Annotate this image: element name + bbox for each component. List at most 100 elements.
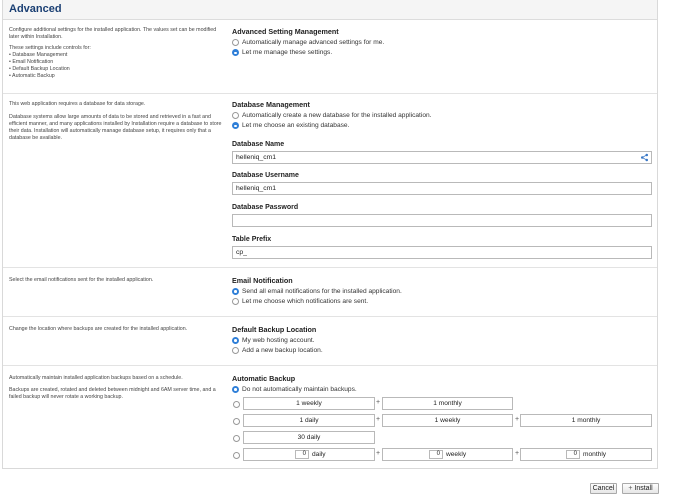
- option-create-database[interactable]: Automatically create a new database for …: [232, 110, 652, 121]
- database-name-value: helleniq_cm1: [236, 154, 277, 161]
- plus-separator: +: [515, 416, 520, 423]
- option-label: Let me choose an existing database.: [242, 122, 350, 130]
- option-label: My web hosting account.: [242, 336, 315, 344]
- option-send-all-email[interactable]: Send all email notifications for the ins…: [232, 286, 652, 297]
- database-description: This web application requires a database…: [9, 101, 224, 146]
- plus-separator: +: [376, 416, 381, 423]
- email-description: Select the email notifications sent for …: [9, 277, 224, 288]
- radio-button[interactable]: [232, 111, 239, 119]
- radio-button-selected[interactable]: [232, 49, 239, 57]
- schedule-cell[interactable]: 1 weekly: [243, 397, 375, 410]
- install-button[interactable]: + Install: [622, 483, 659, 494]
- schedule-cell[interactable]: 1 monthly: [382, 397, 513, 410]
- database-options: Database Management Automatically create…: [232, 99, 652, 259]
- schedule-cell[interactable]: 1 weekly: [382, 414, 513, 427]
- radio-button[interactable]: [232, 347, 239, 355]
- option-label: Let me choose which notifications are se…: [242, 298, 369, 306]
- table-prefix-label: Table Prefix: [232, 236, 272, 243]
- database-description-2: Database systems allow large amounts of …: [9, 114, 222, 141]
- option-auto-manage[interactable]: Automatically manage advanced settings f…: [232, 37, 652, 48]
- radio-button-selected[interactable]: [232, 122, 239, 130]
- custom-daily-label: daily: [312, 451, 326, 458]
- option-label: Send all email notifications for the ins…: [242, 287, 402, 295]
- plus-separator: +: [376, 450, 381, 457]
- plus-separator: +: [376, 399, 381, 406]
- option-existing-database[interactable]: Let me choose an existing database.: [232, 121, 652, 132]
- radio-button[interactable]: [232, 298, 239, 306]
- advanced-options: Advanced Setting Management Automaticall…: [232, 26, 652, 58]
- backup-location-title: Default Backup Location: [232, 325, 317, 334]
- radio-button-selected[interactable]: [232, 336, 239, 344]
- cancel-button[interactable]: Cancel: [590, 483, 617, 494]
- custom-monthly-cell: 0 monthly: [520, 448, 652, 461]
- email-notification-title: Email Notification: [232, 276, 293, 285]
- schedule-cell[interactable]: 1 monthly: [520, 414, 652, 427]
- panel-header: Advanced: [3, 0, 657, 20]
- backup-location-options: Default Backup Location My web hosting a…: [232, 324, 652, 356]
- option-label: Add a new backup location.: [242, 347, 323, 355]
- schedule-cell[interactable]: 30 daily: [243, 431, 375, 444]
- option-choose-email[interactable]: Let me choose which notifications are se…: [232, 297, 652, 308]
- radio-button-selected[interactable]: [232, 287, 239, 295]
- backup-location-description-text: Change the location where backups are cr…: [9, 326, 188, 332]
- option-no-backup[interactable]: Do not automatically maintain backups.: [232, 384, 652, 395]
- radio-button-selected[interactable]: [232, 385, 239, 393]
- panel-title: Advanced: [9, 3, 62, 15]
- section-auto-backup: Automatically maintain installed applica…: [3, 366, 657, 469]
- option-label: Automatically create a new database for …: [242, 111, 432, 119]
- option-add-location[interactable]: Add a new backup location.: [232, 346, 652, 357]
- auto-backup-title: Automatic Backup: [232, 374, 296, 383]
- controls-list-item: Email Notification: [9, 59, 224, 66]
- cancel-button-label: Cancel: [592, 485, 615, 492]
- radio-schedule-daily-weekly-monthly[interactable]: [233, 418, 240, 425]
- option-manual-manage[interactable]: Let me manage these settings.: [232, 48, 652, 59]
- database-username-input[interactable]: helleniq_cm1: [232, 182, 652, 195]
- controls-list: Database Management Email Notification D…: [9, 52, 224, 80]
- plus-icon: +: [628, 485, 633, 492]
- custom-weekly-label: weekly: [446, 451, 467, 458]
- database-username-value: helleniq_cm1: [236, 185, 277, 192]
- database-description-1: This web application requires a database…: [9, 101, 146, 107]
- email-options: Email Notification Send all email notifi…: [232, 275, 652, 307]
- option-label: Let me manage these settings.: [242, 49, 333, 57]
- controls-intro: These settings include controls for:: [9, 45, 91, 51]
- controls-list-item: Default Backup Location: [9, 66, 224, 73]
- custom-weekly-cell: 0 weekly: [382, 448, 513, 461]
- table-prefix-value: cp_: [236, 249, 247, 256]
- share-icon[interactable]: [640, 153, 649, 162]
- database-password-input[interactable]: [232, 214, 652, 227]
- auto-backup-description-2: Backups are created, rotated and deleted…: [9, 387, 216, 400]
- controls-list-item: Database Management: [9, 52, 224, 59]
- auto-backup-description: Automatically maintain installed applica…: [9, 375, 224, 405]
- plus-separator: +: [515, 450, 520, 457]
- section-backup-location: Change the location where backups are cr…: [3, 317, 657, 366]
- custom-monthly-label: monthly: [583, 451, 607, 458]
- database-name-select[interactable]: helleniq_cm1: [232, 151, 652, 164]
- radio-schedule-30-daily[interactable]: [233, 435, 240, 442]
- database-name-label: Database Name: [232, 141, 285, 148]
- database-username-label: Database Username: [232, 172, 299, 179]
- option-label: Automatically manage advanced settings f…: [242, 38, 385, 46]
- custom-monthly-input[interactable]: 0: [566, 450, 580, 459]
- advanced-description-text: Configure additional settings for the in…: [9, 27, 217, 40]
- database-password-label: Database Password: [232, 204, 299, 211]
- section-advanced-settings: Configure additional settings for the in…: [3, 20, 657, 94]
- radio-schedule-custom[interactable]: [233, 452, 240, 459]
- backup-location-description: Change the location where backups are cr…: [9, 326, 224, 337]
- email-description-text: Select the email notifications sent for …: [9, 277, 154, 283]
- radio-schedule-weekly-monthly[interactable]: [233, 401, 240, 408]
- custom-daily-input[interactable]: 0: [295, 450, 309, 459]
- auto-backup-description-1: Automatically maintain installed applica…: [9, 375, 183, 381]
- database-management-title: Database Management: [232, 100, 310, 109]
- schedule-cell[interactable]: 1 daily: [243, 414, 375, 427]
- install-button-label: Install: [634, 485, 653, 492]
- advanced-setting-title: Advanced Setting Management: [232, 27, 339, 36]
- custom-weekly-input[interactable]: 0: [429, 450, 443, 459]
- radio-button[interactable]: [232, 38, 239, 46]
- advanced-panel: Advanced Configure additional settings f…: [2, 0, 658, 469]
- auto-backup-options: Automatic Backup Do not automatically ma…: [232, 373, 652, 465]
- option-web-hosting[interactable]: My web hosting account.: [232, 335, 652, 346]
- table-prefix-input[interactable]: cp_: [232, 246, 652, 259]
- option-label: Do not automatically maintain backups.: [242, 385, 357, 393]
- section-email: Select the email notifications sent for …: [3, 268, 657, 317]
